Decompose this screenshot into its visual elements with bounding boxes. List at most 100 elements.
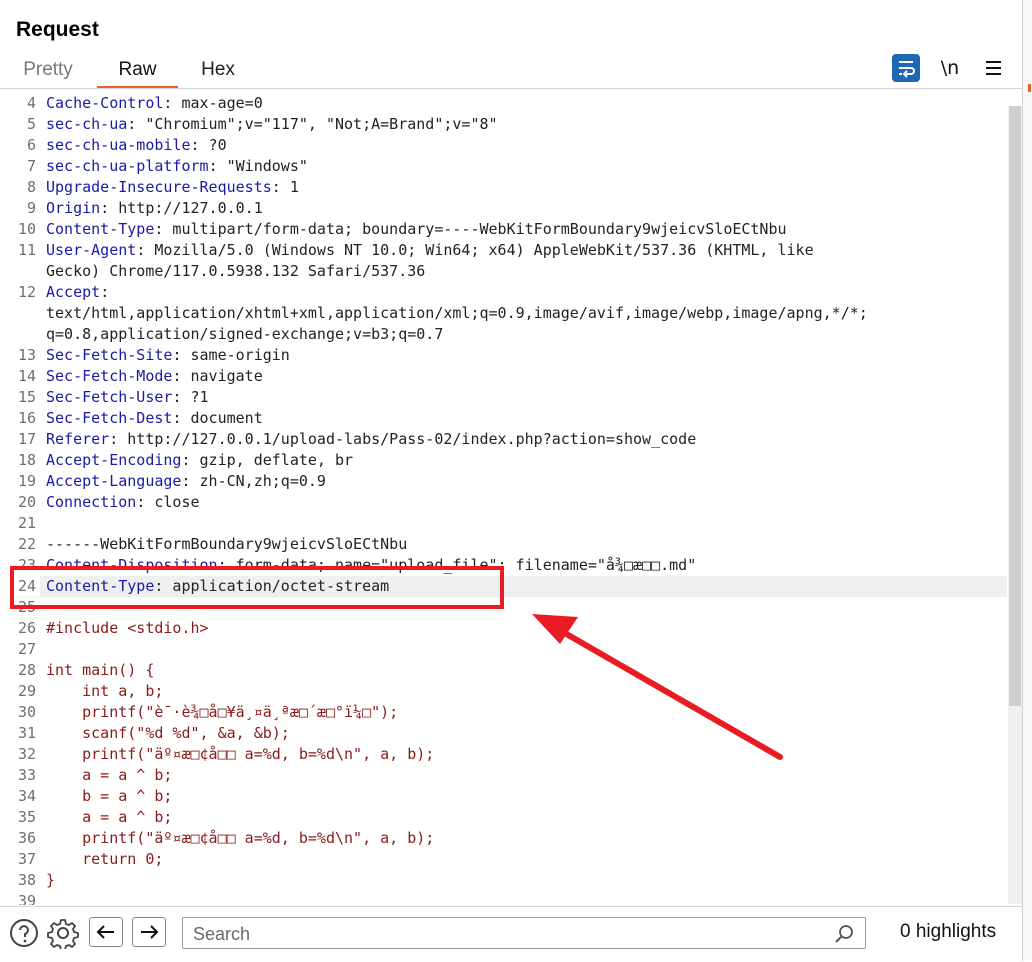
annotation-arrow [532,614,783,760]
line-number: 11 [17,241,36,259]
editor-line[interactable]: 39 [0,891,1008,905]
line-content: int a, b; [46,682,164,700]
next-button[interactable] [132,917,166,947]
scrollbar-thumb[interactable] [1009,106,1021,706]
editor-line[interactable]: q=0.8,application/signed-exchange;v=b3;q… [0,324,1008,345]
line-text: User-Agent: Mozilla/5.0 (Windows NT 10.0… [46,240,814,261]
line-text: Accept-Language: zh-CN,zh;q=0.9 [46,471,326,492]
editor-line[interactable]: 10 Content-Type: multipart/form-data; bou… [0,219,1008,240]
line-text: q=0.8,application/signed-exchange;v=b3;q… [46,324,443,345]
search-input[interactable] [191,922,815,946]
header-name: Accept [46,283,101,301]
editor-line[interactable]: 36 printf("äº¤æ□¢å□□ a=%d, b=%d\n", a, b… [0,828,1008,849]
search-icon[interactable] [833,923,855,945]
line-number: 13 [17,346,36,364]
editor-line[interactable]: text/html,application/xhtml+xml,applicat… [0,303,1008,324]
help-button[interactable] [8,917,40,949]
header-name: Accept-Encoding [46,451,182,469]
tab-hex[interactable]: Hex [188,56,248,86]
editor-line[interactable]: 14 Sec-Fetch-Mode: navigate [0,366,1008,387]
header-name: Sec-Fetch-Dest [46,409,173,427]
editor-line[interactable]: 7 sec-ch-ua-platform: "Windows" [0,156,1008,177]
line-text: sec-ch-ua: "Chromium";v="117", "Not;A=Br… [46,114,498,135]
previous-button[interactable] [89,917,123,947]
show-newlines-button[interactable]: \n [936,54,964,82]
editor-line[interactable]: 6 sec-ch-ua-mobile: ?0 [0,135,1008,156]
editor-line[interactable]: 31 scanf("%d %d", &a, &b); [0,723,1008,744]
line-text: printf("è¯·è¾□å□¥ä¸¤ä¸ªæ□´æ□°ï¼□"); [46,702,398,723]
search-field[interactable] [182,917,866,949]
menu-button[interactable] [980,54,1008,82]
wrap-lines-button[interactable] [892,54,920,82]
line-number: 8 [26,178,36,196]
line-content: text/html,application/xhtml+xml,applicat… [46,304,868,322]
editor-line[interactable]: 15 Sec-Fetch-User: ?1 [0,387,1008,408]
editor-line[interactable]: 19 Accept-Language: zh-CN,zh;q=0.9 [0,471,1008,492]
editor-line[interactable]: 35 a = a ^ b; [0,807,1008,828]
editor-line[interactable]: 26 #include <stdio.h> [0,618,1008,639]
line-number: 6 [26,136,36,154]
editor-line[interactable]: 18 Accept-Encoding: gzip, deflate, br [0,450,1008,471]
line-text: Cache-Control: max-age=0 [46,93,263,114]
line-number: 39 [17,892,36,905]
line-content: #include <stdio.h> [46,619,209,637]
line-number: 38 [17,871,36,889]
editor-line[interactable]: 4 Cache-Control: max-age=0 [0,93,1008,114]
line-text: return 0; [46,849,163,870]
editor-line[interactable]: 27 [0,639,1008,660]
header-name: Accept-Language [46,472,182,490]
header-value: : close [136,493,200,511]
editor-line[interactable]: 16 Sec-Fetch-Dest: document [0,408,1008,429]
editor-line[interactable]: 13 Sec-Fetch-Site: same-origin [0,345,1008,366]
editor-line[interactable]: 29 int a, b; [0,681,1008,702]
bottom-toolbar: 0 highlights [0,906,1022,962]
editor-line[interactable]: 32 printf("äº¤æ□¢å□□ a=%d, b=%d\n", a, b… [0,744,1008,765]
request-editor[interactable]: 4 Cache-Control: max-age=0 5 sec-ch-ua: "Ch… [0,92,1008,905]
arrow-right-icon [141,925,159,939]
line-content: scanf("%d %d", &a, &b); [46,724,290,742]
line-number: 16 [17,409,36,427]
header-value: : same-origin [172,346,290,364]
header-name: Upgrade-Insecure-Requests [46,178,272,196]
line-number: 20 [17,493,36,511]
editor-line[interactable]: 11 User-Agent: Mozilla/5.0 (Windows NT 10… [0,240,1008,261]
editor-line[interactable]: 20 Connection: close [0,492,1008,513]
editor-line[interactable]: 37 return 0; [0,849,1008,870]
header-value: : ?0 [190,136,227,154]
tab-pretty[interactable]: Pretty [14,56,82,86]
line-number: 30 [17,703,36,721]
line-number: 27 [17,640,36,658]
editor-line[interactable]: 33 a = a ^ b; [0,765,1008,786]
header-value: : document [172,409,263,427]
line-text: b = a ^ b; [46,786,172,807]
editor-line[interactable]: 21 [0,513,1008,534]
line-number: 29 [17,682,36,700]
settings-button[interactable] [47,917,79,951]
editor-line[interactable]: 17 Referer: http://127.0.0.1/upload-labs/… [0,429,1008,450]
line-number: 17 [17,430,36,448]
editor-line[interactable]: 5 sec-ch-ua: "Chromium";v="117", "Not;A=B… [0,114,1008,135]
line-number: 18 [17,451,36,469]
line-number: 4 [26,94,36,112]
editor-line[interactable]: 38} [0,870,1008,891]
editor-line[interactable]: 9 Origin: http://127.0.0.1 [0,198,1008,219]
editor-line[interactable]: 30 printf("è¯·è¾□å□¥ä¸¤ä¸ªæ□´æ□°ï¼□"); [0,702,1008,723]
tab-raw[interactable]: Raw [97,56,178,89]
line-content: printf("äº¤æ□¢å□□ a=%d, b=%d\n", a, b); [46,745,435,763]
editor-line[interactable]: 22 ------WebKitFormBoundary9wjeicvSloECtN… [0,534,1008,555]
editor-line[interactable]: 8 Upgrade-Insecure-Requests: 1 [0,177,1008,198]
panel-title: Request [16,18,99,41]
line-content: b = a ^ b; [46,787,173,805]
editor-line[interactable]: 12 Accept: [0,282,1008,303]
line-text: } [46,870,55,891]
editor-line[interactable]: 28 int main() { [0,660,1008,681]
line-text: scanf("%d %d", &a, &b); [46,723,290,744]
editor-line[interactable]: Gecko) Chrome/117.0.5938.132 Safari/537.… [0,261,1008,282]
line-text: printf("äº¤æ□¢å□□ a=%d, b=%d\n", a, b); [46,744,434,765]
header-value: : multipart/form-data; boundary=----WebK… [154,220,787,238]
header-name: Cache-Control [46,94,164,112]
line-text: Connection: close [46,492,200,513]
editor-line[interactable]: 34 b = a ^ b; [0,786,1008,807]
line-number: 33 [17,766,36,784]
header-name: Origin [46,199,101,217]
